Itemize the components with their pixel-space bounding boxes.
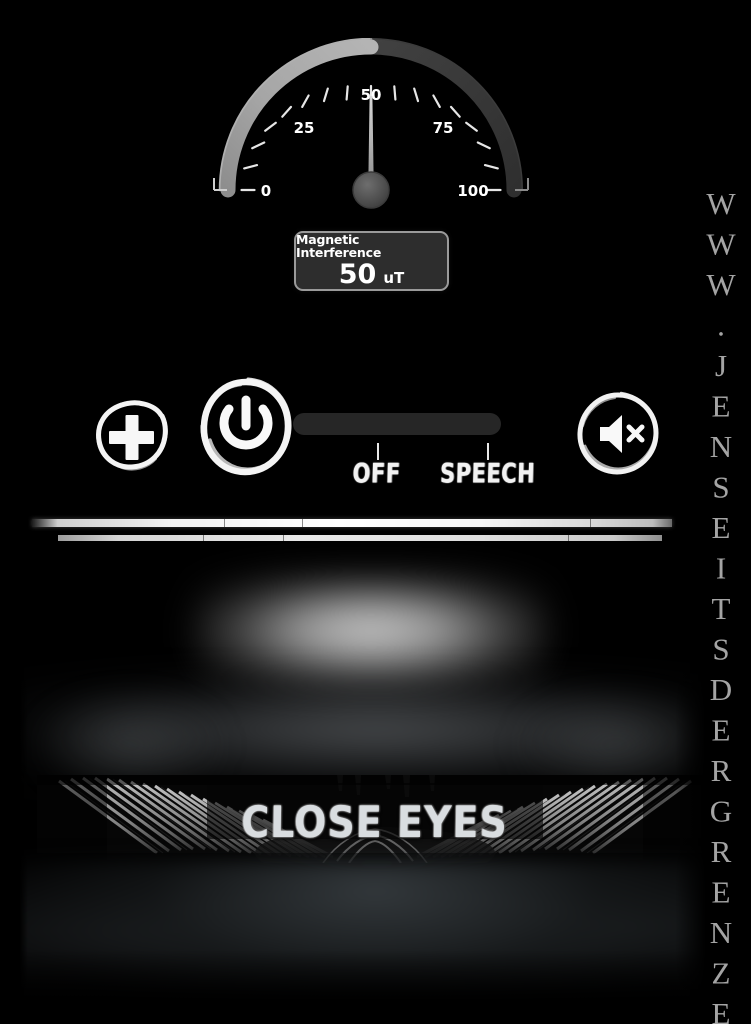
banner-title: CLOSE EYES <box>241 797 509 848</box>
power-button[interactable] <box>196 376 296 480</box>
gauge-label-75: 75 <box>433 119 454 137</box>
slider-label-off: OFF <box>352 458 402 489</box>
slider-label-speech: SPEECH <box>439 458 536 489</box>
close-eyes-banner[interactable]: CLOSE EYES <box>37 775 713 863</box>
magnetic-interference-readout: Magnetic Interference 50 uT <box>294 231 449 291</box>
app-root: 0 25 50 75 100 Magnetic Interference 50 … <box>0 0 751 1024</box>
divider-bar-top <box>32 519 672 527</box>
mute-button[interactable] <box>572 388 664 480</box>
left-frame-vignette <box>0 0 28 1024</box>
divider-bar-bottom <box>58 535 662 541</box>
readout-unit: uT <box>383 269 405 287</box>
divider-seam <box>568 535 569 541</box>
speaker-mute-icon <box>577 391 659 475</box>
slider-tick-group: OFF SPEECH <box>0 0 751 489</box>
gauge-label-25: 25 <box>294 119 315 137</box>
readout-value-row: 50 uT <box>339 261 405 288</box>
mute-x-glyph <box>626 424 645 443</box>
readout-title: Magnetic Interference <box>296 232 382 260</box>
watermark-text: WWW.JENSEITSDERGRENZE.DE <box>703 186 739 1024</box>
add-button[interactable] <box>84 390 180 480</box>
divider-seam <box>203 535 204 541</box>
plus-icon <box>96 400 168 471</box>
divider-seam <box>302 519 303 527</box>
bottom-fade <box>0 950 751 1024</box>
readout-value: 50 <box>338 259 377 290</box>
gauge-label-0: 0 <box>261 182 271 200</box>
blurred-glow-primary <box>196 577 546 689</box>
gauge-label-100: 100 <box>457 182 488 200</box>
site-watermark: WWW.JENSEITSDERGRENZE.DE <box>690 186 751 1024</box>
power-glyph <box>219 395 273 450</box>
divider-seam <box>224 519 225 527</box>
divider-seam <box>590 519 591 527</box>
power-icon <box>200 377 292 476</box>
speaker-glyph <box>600 415 622 453</box>
speech-mode-slider[interactable] <box>293 413 501 435</box>
divider-seam <box>283 535 284 541</box>
plus-glyph <box>109 415 154 460</box>
